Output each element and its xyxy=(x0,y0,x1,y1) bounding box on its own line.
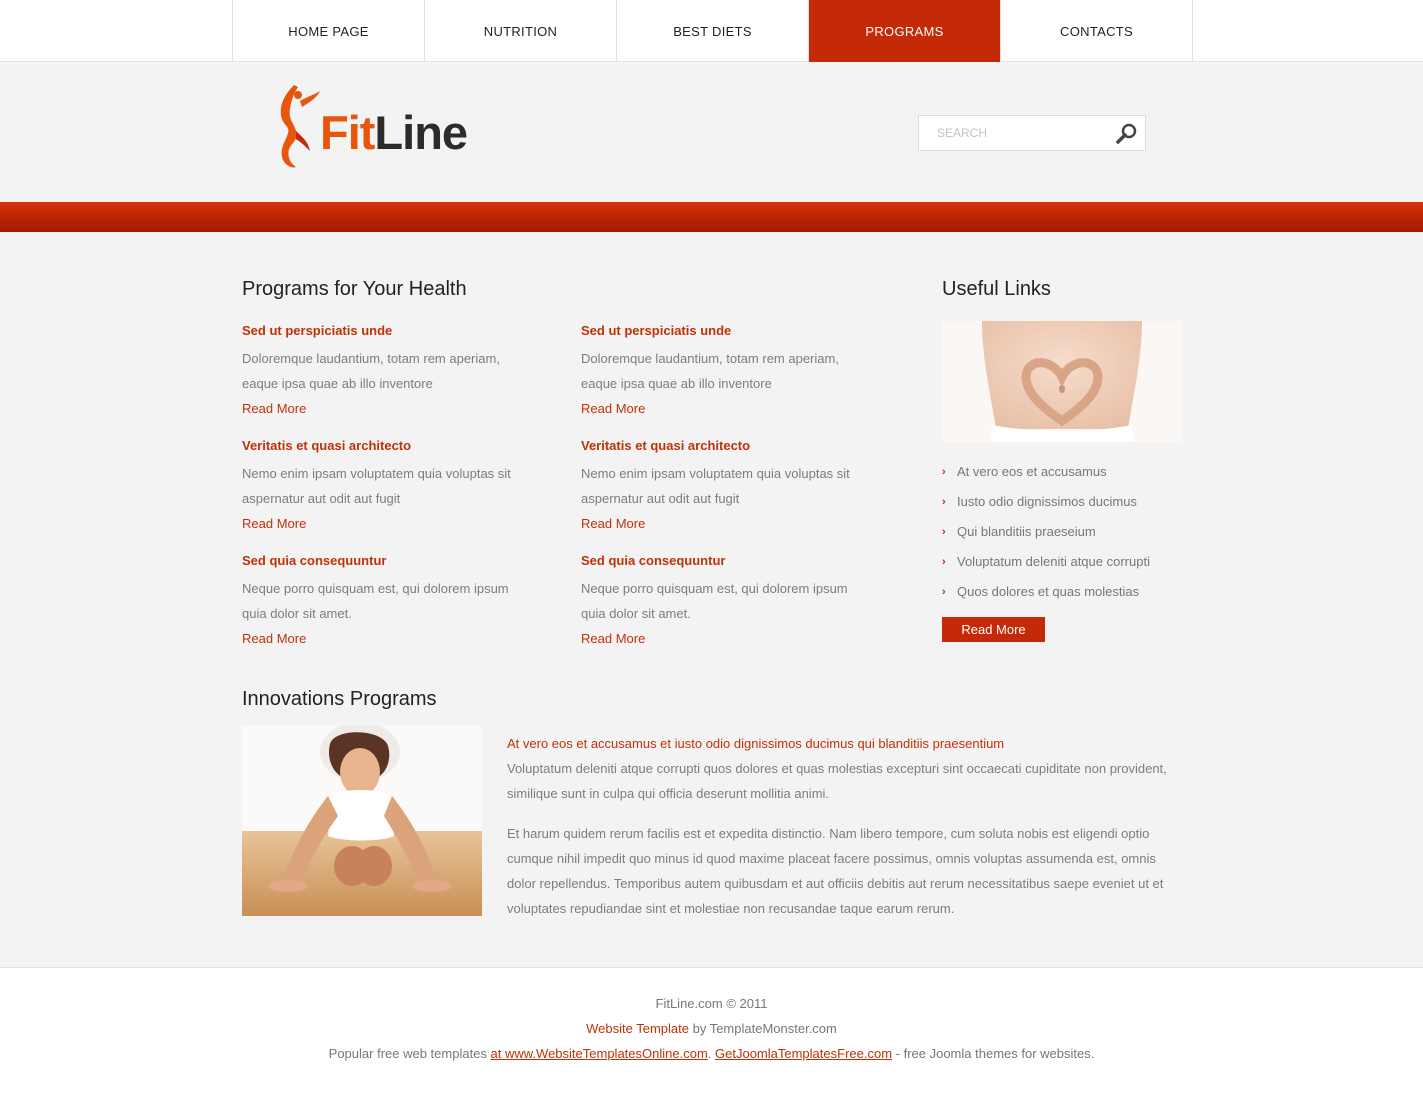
footer-separator: . xyxy=(707,1046,716,1061)
program-item-text: Neque porro quisquam est, qui dolorem ip… xyxy=(242,581,509,621)
programs-column-right: Sed ut perspiciatis unde Doloremque laud… xyxy=(581,321,871,666)
program-item: Sed quia consequuntur Neque porro quisqu… xyxy=(581,551,871,651)
logo-fit: Fit xyxy=(320,105,375,159)
useful-links-heading: Useful Links xyxy=(942,278,1051,300)
website-template-link[interactable]: Website Template xyxy=(586,1021,689,1036)
footer-suffix: - free Joomla themes for websites. xyxy=(892,1046,1095,1061)
footer-popular-line: Popular free web templates at www.Websit… xyxy=(0,1041,1423,1066)
useful-link-label: Quos dolores et quas molestias xyxy=(957,584,1140,599)
program-item-title: Veritatis et quasi architecto xyxy=(581,438,751,453)
arrow-right-icon: › xyxy=(942,526,946,538)
search-box xyxy=(918,115,1146,151)
useful-link-label: At vero eos et accusamus xyxy=(957,464,1107,479)
arrow-right-icon: › xyxy=(942,556,946,568)
search-icon xyxy=(1116,123,1137,144)
runner-logo-icon xyxy=(280,85,320,168)
nav-item-contacts[interactable]: CONTACTS xyxy=(1001,0,1193,62)
innovations-paragraph: Et harum quidem rerum facilis est et exp… xyxy=(507,826,1164,916)
useful-link-item[interactable]: › Quos dolores et quas molestias xyxy=(942,577,1150,607)
site-logo[interactable]: FitLine xyxy=(276,81,506,173)
red-divider-band xyxy=(0,202,1423,232)
useful-link-label: Iusto odio dignissimos ducimus xyxy=(957,494,1137,509)
woman-pushup-image xyxy=(242,726,482,916)
program-item-title: Sed ut perspiciatis unde xyxy=(581,323,732,338)
nav-item-nutrition[interactable]: NUTRITION xyxy=(425,0,617,62)
useful-link-label: Qui blanditiis praeseium xyxy=(957,524,1096,539)
footer-copyright: FitLine.com © 2011 xyxy=(655,996,768,1011)
program-item: Veritatis et quasi architecto Nemo enim … xyxy=(581,436,871,536)
nav-item-programs[interactable]: PROGRAMS xyxy=(809,0,1001,62)
read-more-button[interactable]: Read More xyxy=(942,617,1045,642)
logo-line: Line xyxy=(374,105,468,159)
program-item-title: Sed quia consequuntur xyxy=(242,553,387,568)
search-input[interactable] xyxy=(919,116,1109,150)
program-item-text: Nemo enim ipsam voluptatem quia voluptas… xyxy=(242,466,511,506)
useful-link-item[interactable]: › Voluptatum deleniti atque corrupti xyxy=(942,547,1150,577)
program-item: Sed ut perspiciatis unde Doloremque laud… xyxy=(242,321,532,421)
read-more-link[interactable]: Read More xyxy=(581,396,645,421)
logo-text: FitLine xyxy=(320,105,468,160)
useful-links-list: › At vero eos et accusamus › Iusto odio di… xyxy=(942,457,1150,607)
program-item: Veritatis et quasi architecto Nemo enim … xyxy=(242,436,532,536)
program-item: Sed quia consequuntur Neque porro quisqu… xyxy=(242,551,532,651)
header: FitLine xyxy=(0,63,1423,202)
useful-link-item[interactable]: › At vero eos et accusamus xyxy=(942,457,1150,487)
top-nav-bar: HOME PAGE NUTRITION BEST DIETS PROGRAMS … xyxy=(0,0,1423,62)
getjoomla-link[interactable]: GetJoomlaTemplatesFree.com xyxy=(715,1046,892,1061)
nav-item-best-diets[interactable]: BEST DIETS xyxy=(617,0,809,62)
program-item-text: Neque porro quisquam est, qui dolorem ip… xyxy=(581,581,848,621)
innovations-heading: Innovations Programs xyxy=(242,688,437,710)
programs-heading: Programs for Your Health xyxy=(242,278,467,300)
search-button[interactable] xyxy=(1115,122,1139,146)
websitetemplatesonline-link[interactable]: at www.WebsiteTemplatesOnline.com xyxy=(491,1046,708,1061)
footer: FitLine.com © 2011 Website Template by T… xyxy=(0,967,1423,1096)
program-item-title: Sed quia consequuntur xyxy=(581,553,726,568)
main-nav: HOME PAGE NUTRITION BEST DIETS PROGRAMS … xyxy=(232,0,1193,62)
program-item-text: Doloremque laudantium, totam rem aperiam… xyxy=(242,351,500,391)
program-item-text: Nemo enim ipsam voluptatem quia voluptas… xyxy=(581,466,850,506)
popular-prefix: Popular free web templates xyxy=(328,1046,491,1061)
innovations-lead: At vero eos et accusamus et iusto odio d… xyxy=(507,736,1005,751)
read-more-link[interactable]: Read More xyxy=(581,626,645,651)
innovations-text: At vero eos et accusamus et iusto odio d… xyxy=(507,731,1182,936)
useful-link-label: Voluptatum deleniti atque corrupti xyxy=(957,554,1150,569)
template-by-text: by TemplateMonster.com xyxy=(688,1021,837,1036)
nav-item-home[interactable]: HOME PAGE xyxy=(233,0,425,62)
read-more-link[interactable]: Read More xyxy=(581,511,645,536)
footer-template-line: Website Template by TemplateMonster.com xyxy=(0,1016,1423,1041)
arrow-right-icon: › xyxy=(942,496,946,508)
read-more-link[interactable]: Read More xyxy=(242,396,306,421)
useful-link-item[interactable]: › Iusto odio dignissimos ducimus xyxy=(942,487,1150,517)
read-more-link[interactable]: Read More xyxy=(242,626,306,651)
arrow-right-icon: › xyxy=(942,586,946,598)
belly-heart-hands-image xyxy=(942,321,1182,442)
arrow-right-icon: › xyxy=(942,466,946,478)
program-item-title: Sed ut perspiciatis unde xyxy=(242,323,393,338)
innovations-paragraph: Voluptatum deleniti atque corrupti quos … xyxy=(507,761,1167,801)
program-item-text: Doloremque laudantium, totam rem aperiam… xyxy=(581,351,839,391)
useful-link-item[interactable]: › Qui blanditiis praeseium xyxy=(942,517,1150,547)
program-item-title: Veritatis et quasi architecto xyxy=(242,438,412,453)
programs-column-left: Sed ut perspiciatis unde Doloremque laud… xyxy=(242,321,532,666)
read-more-link[interactable]: Read More xyxy=(242,511,306,536)
program-item: Sed ut perspiciatis unde Doloremque laud… xyxy=(581,321,871,421)
